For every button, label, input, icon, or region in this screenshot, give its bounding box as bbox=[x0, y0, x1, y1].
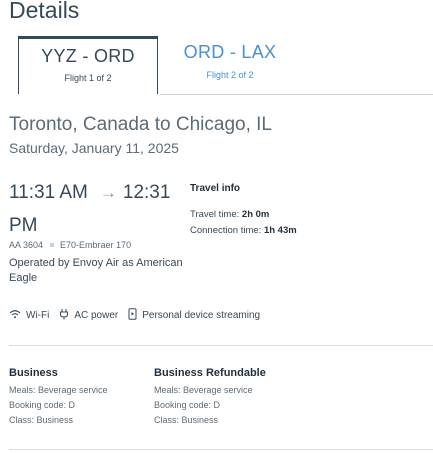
connection-time-label: Connection time: bbox=[190, 225, 262, 236]
wifi-icon bbox=[9, 309, 26, 322]
tab-route-label: ORD - LAX bbox=[183, 42, 277, 62]
depart-time: 11:31 AM bbox=[9, 182, 88, 203]
cabin-title: Business bbox=[9, 367, 58, 379]
travel-time-label: Travel time: bbox=[190, 209, 240, 220]
tab-sub-label: Flight 1 of 2 bbox=[64, 73, 112, 83]
cabin-booking-code: Booking code: D bbox=[154, 400, 221, 410]
cabin-meals: Meals: Beverage service bbox=[9, 385, 108, 395]
travel-time-value: 2h 0m bbox=[241, 209, 270, 220]
travel-time-row: Travel time: 2h 0m bbox=[190, 207, 300, 223]
section-divider bbox=[9, 449, 433, 450]
cabin-meals: Meals: Beverage service bbox=[154, 385, 253, 395]
amenity-wifi: Wi-Fi bbox=[9, 309, 49, 322]
section-divider bbox=[9, 345, 433, 346]
cabin-class: Class: Business bbox=[9, 415, 74, 425]
flight-number-row: AA 3604 E70-Embraer 170 bbox=[9, 240, 131, 250]
amenity-label: AC power bbox=[74, 310, 119, 321]
operated-by: Operated by Envoy Air as American Eagle bbox=[9, 257, 183, 284]
amenity-power: AC power bbox=[59, 308, 118, 323]
page-title: Details bbox=[9, 0, 80, 23]
tab-flight-2[interactable]: ORD - LAX Flight 2 of 2 bbox=[160, 39, 300, 94]
amenities-row: Wi-Fi AC power Personal device streaming bbox=[9, 308, 270, 323]
arrow-right-icon: → bbox=[99, 183, 117, 202]
flight-date: Saturday, January 11, 2025 bbox=[9, 140, 179, 156]
amenity-streaming: Personal device streaming bbox=[128, 308, 260, 323]
amenity-label: Wi-Fi bbox=[26, 310, 50, 321]
cabin-class: Class: Business bbox=[154, 415, 219, 425]
flight-times: 11:31 AM → 12:31 PM bbox=[9, 176, 189, 242]
amenity-label: Personal device streaming bbox=[142, 310, 261, 321]
cabin-business-refundable: Business Refundable Meals: Beverage serv… bbox=[154, 367, 304, 428]
aircraft-type: E70-Embraer 170 bbox=[60, 240, 132, 250]
travel-info-heading: Travel info bbox=[190, 183, 241, 194]
power-plug-icon bbox=[59, 308, 74, 323]
separator-dot-icon bbox=[50, 243, 55, 248]
tab-sub-label: Flight 2 of 2 bbox=[206, 70, 254, 80]
cabin-business: Business Meals: Beverage service Booking… bbox=[9, 367, 159, 428]
tab-bar-divider bbox=[160, 94, 433, 95]
cabin-booking-code: Booking code: D bbox=[9, 400, 76, 410]
tab-flight-1[interactable]: YYZ - ORD Flight 1 of 2 bbox=[18, 36, 158, 94]
connection-time-value: 1h 43m bbox=[263, 225, 297, 236]
flight-number: AA 3604 bbox=[9, 240, 44, 250]
cabin-title: Business Refundable bbox=[154, 367, 266, 379]
tab-route-label: YYZ - ORD bbox=[41, 46, 135, 66]
route-title: Toronto, Canada to Chicago, IL bbox=[9, 114, 273, 135]
connection-time-row: Connection time: 1h 43m bbox=[190, 223, 300, 239]
device-streaming-icon bbox=[128, 308, 142, 323]
